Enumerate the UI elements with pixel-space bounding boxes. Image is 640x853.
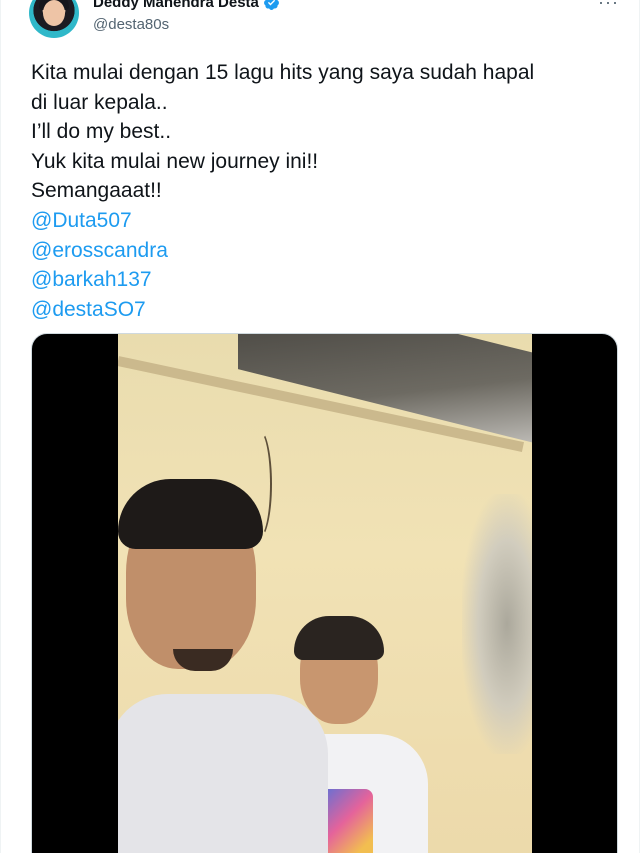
tweet-line: Semangaaat!! xyxy=(31,179,162,203)
avatar-face xyxy=(43,0,65,26)
video-media[interactable] xyxy=(31,333,618,853)
mention-link-erosscandra[interactable]: @erosscandra xyxy=(31,236,621,266)
tweet-line: Kita mulai dengan 15 lagu hits yang saya… xyxy=(31,61,535,84)
tweet-card[interactable]: Deddy Mahendra Desta @desta80s ··· Kita … xyxy=(0,0,640,853)
mention-link-duta507[interactable]: @Duta507 xyxy=(31,206,621,236)
author-handle[interactable]: @desta80s xyxy=(93,16,169,33)
mention-link-barkah137[interactable]: @barkah137 xyxy=(31,265,621,295)
video-frame[interactable] xyxy=(118,334,532,853)
tweet-line: I’ll do my best.. xyxy=(31,120,172,144)
verified-badge-icon xyxy=(263,0,279,10)
mention-link-destaso7[interactable]: @destaSO7 xyxy=(31,295,621,325)
author-avatar[interactable] xyxy=(29,0,79,38)
author-name-row[interactable]: Deddy Mahendra Desta xyxy=(93,0,280,11)
tweet-line: di luar kepala.. xyxy=(31,90,168,114)
video-wall-stain xyxy=(462,494,532,754)
video-person-front-hair xyxy=(118,479,263,549)
author-display-name[interactable]: Deddy Mahendra Desta xyxy=(93,0,259,11)
video-person-back-hair xyxy=(294,616,384,660)
tweet-line: Yuk kita mulai new journey ini!! xyxy=(31,149,319,173)
tweet-text: Kita mulai dengan 15 lagu hits yang saya… xyxy=(31,58,621,324)
more-dots-icon[interactable]: ··· xyxy=(598,0,619,13)
video-person-front-body xyxy=(118,694,328,853)
